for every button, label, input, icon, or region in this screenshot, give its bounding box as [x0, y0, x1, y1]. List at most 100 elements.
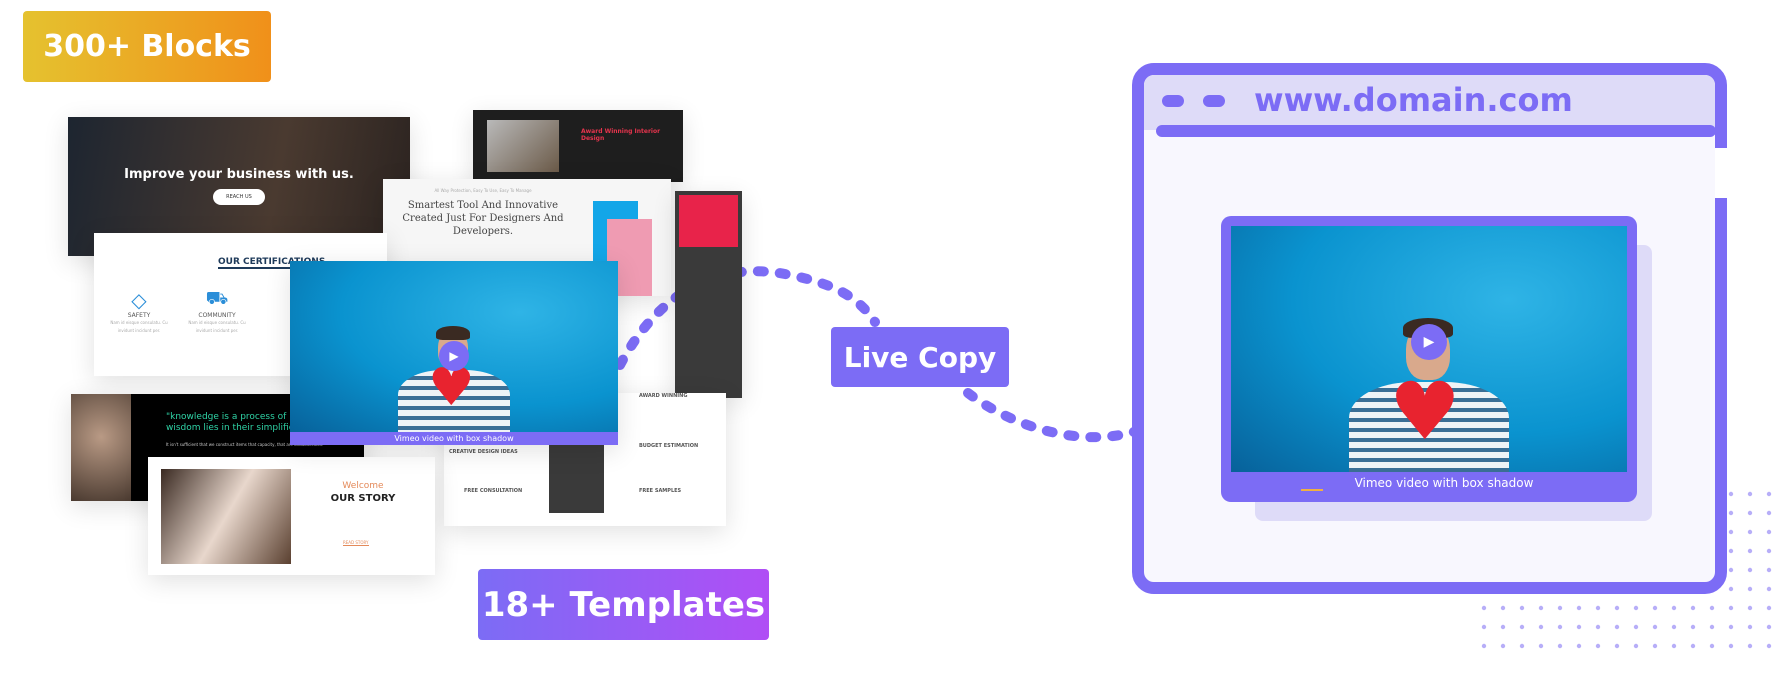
business-headline: Improve your business with us.: [124, 167, 354, 182]
grid-dot: [1538, 624, 1544, 630]
grid-dot: [1728, 586, 1734, 592]
grid-dot: [1709, 643, 1715, 649]
browser-video-caption: Vimeo video with box shadow: [1354, 476, 1534, 490]
video-card: ♥ ▶ Vimeo video with box shadow: [290, 261, 618, 445]
story-title: OUR STORY: [330, 493, 396, 504]
cert-label: COMMUNITY: [198, 312, 236, 319]
grid-dot: [1690, 605, 1696, 611]
grid-dot: [1500, 605, 1506, 611]
grid-dot: [1709, 624, 1715, 630]
story-card: Welcome OUR STORY READ STORY: [148, 457, 435, 575]
interior-title: Award Winning Interior Design: [581, 128, 661, 142]
video-thumbnail: ♥ ▶: [290, 261, 618, 432]
grid-dot: [1747, 491, 1753, 497]
reach-us-button[interactable]: REACH US: [213, 189, 265, 205]
grid-dot: [1690, 624, 1696, 630]
grid-dot: [1614, 643, 1620, 649]
grid-dot: [1652, 643, 1658, 649]
smartest-title: Smartest Tool And Innovative Created Jus…: [402, 200, 564, 237]
service-item: FREE CONSULTATION: [464, 488, 523, 494]
grid-dot: [1519, 624, 1525, 630]
grid-dot: [1595, 643, 1601, 649]
video-caption: Vimeo video with box shadow: [394, 434, 514, 443]
person-image: ♥: [398, 322, 510, 432]
info-strip-card: [675, 191, 742, 398]
grid-dot: [1766, 643, 1772, 649]
grid-dot: [1728, 624, 1734, 630]
grid-dot: [1766, 605, 1772, 611]
grid-dot: [1728, 567, 1734, 573]
smartest-kicker: All Way Protection, Easy To Use, Easy To…: [434, 188, 532, 193]
grid-dot: [1766, 586, 1772, 592]
grid-dot: [1747, 624, 1753, 630]
grid-dot: [1690, 643, 1696, 649]
service-item: BUDGET ESTIMATION: [639, 443, 699, 449]
grid-dot: [1766, 548, 1772, 554]
url-text[interactable]: www.domain.com: [1254, 81, 1573, 119]
grid-dot: [1595, 605, 1601, 611]
service-item: CREATIVE DESIGN IDEAS: [449, 449, 518, 455]
window-dot-icon: [1203, 95, 1225, 107]
grid-dot: [1747, 510, 1753, 516]
grid-dot: [1747, 529, 1753, 535]
live-copy-label: Live Copy: [843, 340, 997, 374]
grid-dot: [1614, 605, 1620, 611]
grid-dot: [1614, 624, 1620, 630]
cert-item-community: ⛟ COMMUNITY Nam id eisque consulatu. Cu …: [182, 288, 252, 335]
grid-dot: [1766, 491, 1772, 497]
browser-video-thumbnail: ♥ ▶: [1231, 226, 1627, 472]
play-button[interactable]: ▶: [439, 341, 469, 371]
grid-dot: [1633, 605, 1639, 611]
grid-dot: [1500, 643, 1506, 649]
browser-address-bar: www.domain.com: [1144, 75, 1715, 130]
grid-dot: [1728, 510, 1734, 516]
grid-dot: [1671, 624, 1677, 630]
grid-dot: [1557, 643, 1563, 649]
grid-dot: [1519, 643, 1525, 649]
grid-dot: [1481, 605, 1487, 611]
grid-dot: [1728, 491, 1734, 497]
window-dot-icon: [1162, 95, 1184, 107]
grid-dot: [1557, 624, 1563, 630]
grid-dot: [1671, 643, 1677, 649]
truck-icon: ⛟: [205, 288, 229, 309]
service-item: FREE SAMPLES: [639, 488, 682, 494]
play-button[interactable]: ▶: [1411, 324, 1447, 360]
grid-dot: [1728, 548, 1734, 554]
grid-dot: [1728, 605, 1734, 611]
read-story-button[interactable]: READ STORY: [343, 540, 369, 546]
grid-dot: [1747, 605, 1753, 611]
live-copy-badge[interactable]: Live Copy: [831, 327, 1009, 387]
grid-dot: [1633, 624, 1639, 630]
grid-dot: [1633, 643, 1639, 649]
grid-dot: [1766, 529, 1772, 535]
grid-dot: [1766, 624, 1772, 630]
grid-dot: [1652, 605, 1658, 611]
grid-dot: [1481, 624, 1487, 630]
grid-dot: [1576, 624, 1582, 630]
diamond-icon: ◇: [131, 288, 147, 312]
grid-dot: [1557, 605, 1563, 611]
cert-label: SAFETY: [127, 312, 151, 319]
grid-dot: [1766, 567, 1772, 573]
service-item: AWARD WINNING: [639, 393, 688, 399]
grid-dot: [1538, 605, 1544, 611]
grid-dot: [1576, 605, 1582, 611]
grid-dot: [1481, 643, 1487, 649]
video-caption-bar: Vimeo video with box shadow: [290, 432, 618, 445]
grid-dot: [1709, 605, 1715, 611]
grid-dot: [1595, 624, 1601, 630]
story-kicker: Welcome: [342, 481, 384, 491]
grid-dot: [1728, 643, 1734, 649]
grid-dot: [1538, 643, 1544, 649]
grid-dot: [1747, 643, 1753, 649]
grid-dot: [1500, 624, 1506, 630]
cert-item-safety: ◇ SAFETY Nam id eisque consulatu. Cu inv…: [104, 288, 174, 335]
cert-text: Nam id eisque consulatu. Cu invidunt inc…: [110, 320, 168, 333]
grid-dot: [1728, 529, 1734, 535]
interior-card: Award Winning Interior Design: [473, 110, 683, 182]
grid-dot: [1519, 605, 1525, 611]
browser-toolbar-line: [1156, 125, 1715, 137]
grid-dot: [1652, 624, 1658, 630]
grid-dot: [1747, 586, 1753, 592]
